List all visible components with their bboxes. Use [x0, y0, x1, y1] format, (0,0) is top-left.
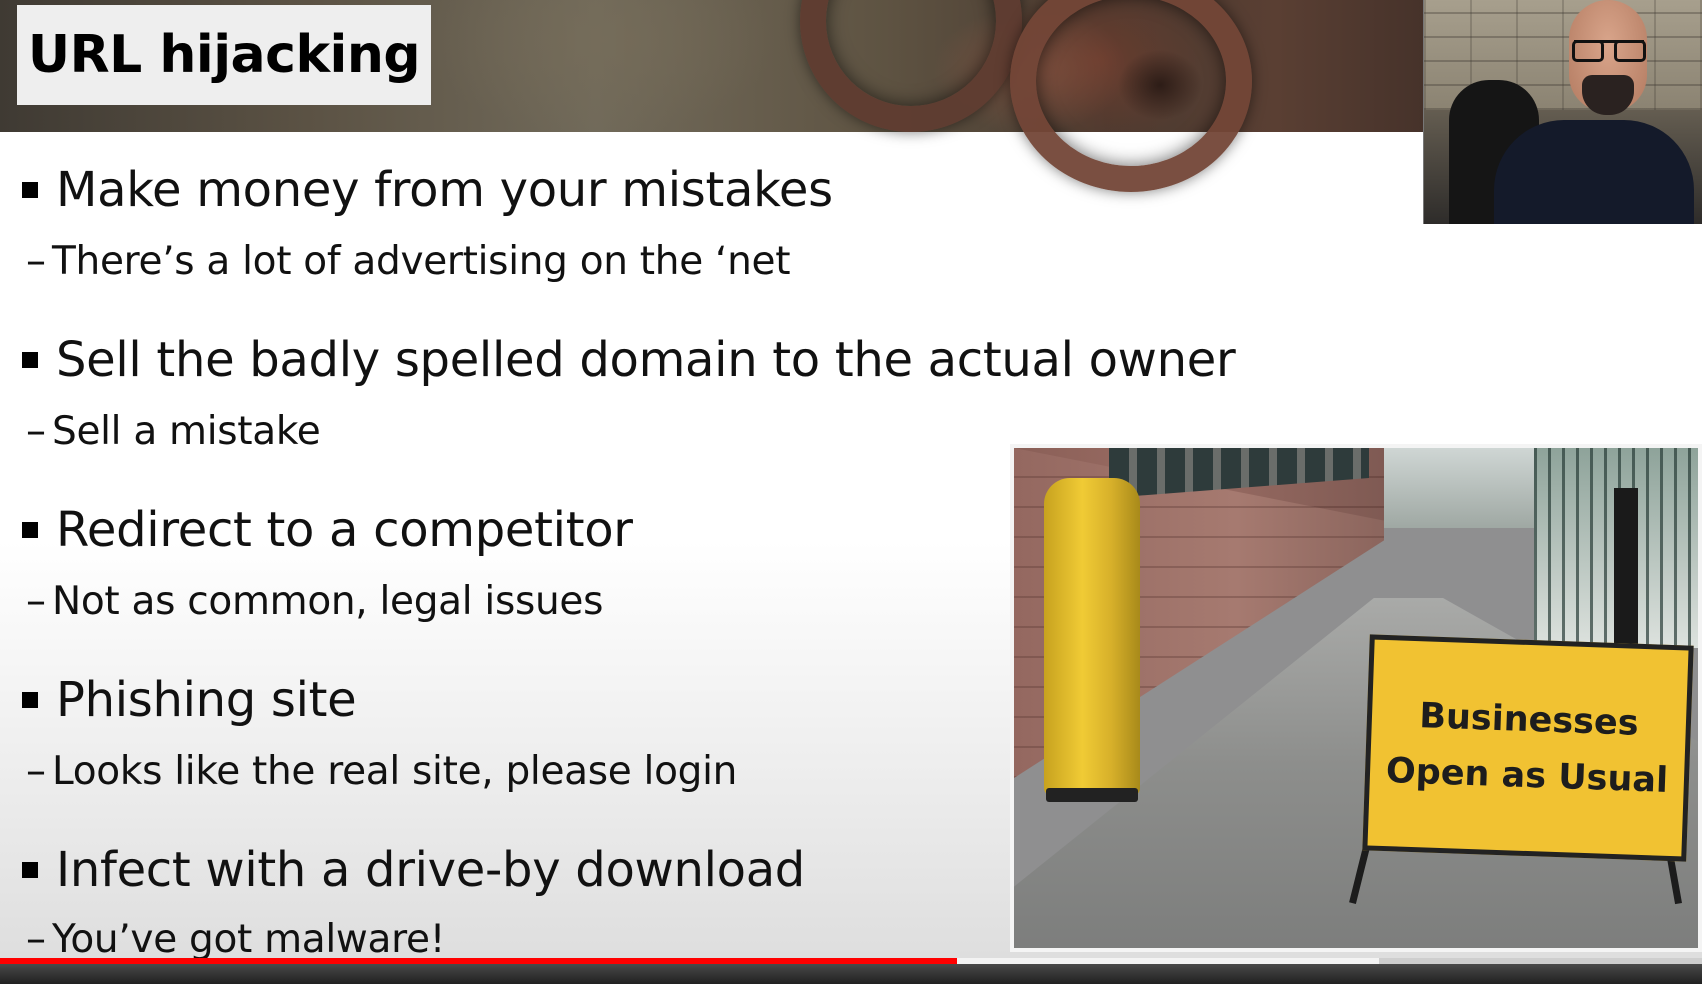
dash-marker: –	[26, 408, 46, 454]
sub-bullet-item: – Looks like the real site, please login	[26, 748, 737, 794]
photo-bollard-base	[1046, 788, 1138, 802]
square-bullet-icon	[22, 522, 38, 538]
sub-bullet-item: – Sell a mistake	[26, 408, 321, 454]
bullet-item: Redirect to a competitor	[22, 502, 633, 558]
bullet-item: Sell the badly spelled domain to the act…	[22, 332, 1236, 388]
sub-bullet-text: You’ve got malware!	[52, 916, 446, 962]
bullet-text: Make money from your mistakes	[56, 162, 833, 218]
bullet-text: Phishing site	[56, 672, 357, 728]
sub-bullet-text: Sell a mistake	[52, 408, 321, 454]
photo-covered-bollard	[1044, 478, 1140, 796]
square-bullet-icon	[22, 352, 38, 368]
business-sign: Businesses Open as Usual	[1362, 634, 1694, 862]
square-bullet-icon	[22, 862, 38, 878]
bullet-text: Sell the badly spelled domain to the act…	[56, 332, 1236, 388]
presenter-webcam	[1423, 0, 1702, 224]
slide-title: URL hijacking	[27, 25, 421, 85]
bullet-text: Infect with a drive-by download	[56, 842, 805, 898]
video-player[interactable]: URL hijacking Make money from your mista…	[0, 0, 1702, 984]
presenter-glasses	[1572, 40, 1646, 62]
presenter-body	[1494, 120, 1694, 224]
bullet-text: Redirect to a competitor	[56, 502, 633, 558]
player-controls-bar[interactable]	[0, 964, 1702, 984]
dash-marker: –	[26, 748, 46, 794]
dash-marker: –	[26, 916, 46, 962]
sub-bullet-text: Not as common, legal issues	[52, 578, 604, 624]
chain-link-image	[800, 0, 1022, 132]
sub-bullet-item: – Not as common, legal issues	[26, 578, 603, 624]
square-bullet-icon	[22, 182, 38, 198]
dash-marker: –	[26, 238, 46, 284]
sub-bullet-item: – There’s a lot of advertising on the ‘n…	[26, 238, 790, 284]
sub-bullet-text: There’s a lot of advertising on the ‘net	[52, 238, 791, 284]
sign-line-2: Open as Usual	[1385, 751, 1669, 801]
bullet-item: Infect with a drive-by download	[22, 842, 805, 898]
bullet-item: Phishing site	[22, 672, 357, 728]
chain-link-image	[1010, 0, 1252, 192]
slide-title-box: URL hijacking	[17, 5, 431, 105]
sub-bullet-item: – You’ve got malware!	[26, 916, 445, 962]
sub-bullet-text: Looks like the real site, please login	[52, 748, 738, 794]
dash-marker: –	[26, 578, 46, 624]
sign-line-1: Businesses	[1418, 696, 1640, 744]
square-bullet-icon	[22, 692, 38, 708]
bullet-item: Make money from your mistakes	[22, 162, 833, 218]
